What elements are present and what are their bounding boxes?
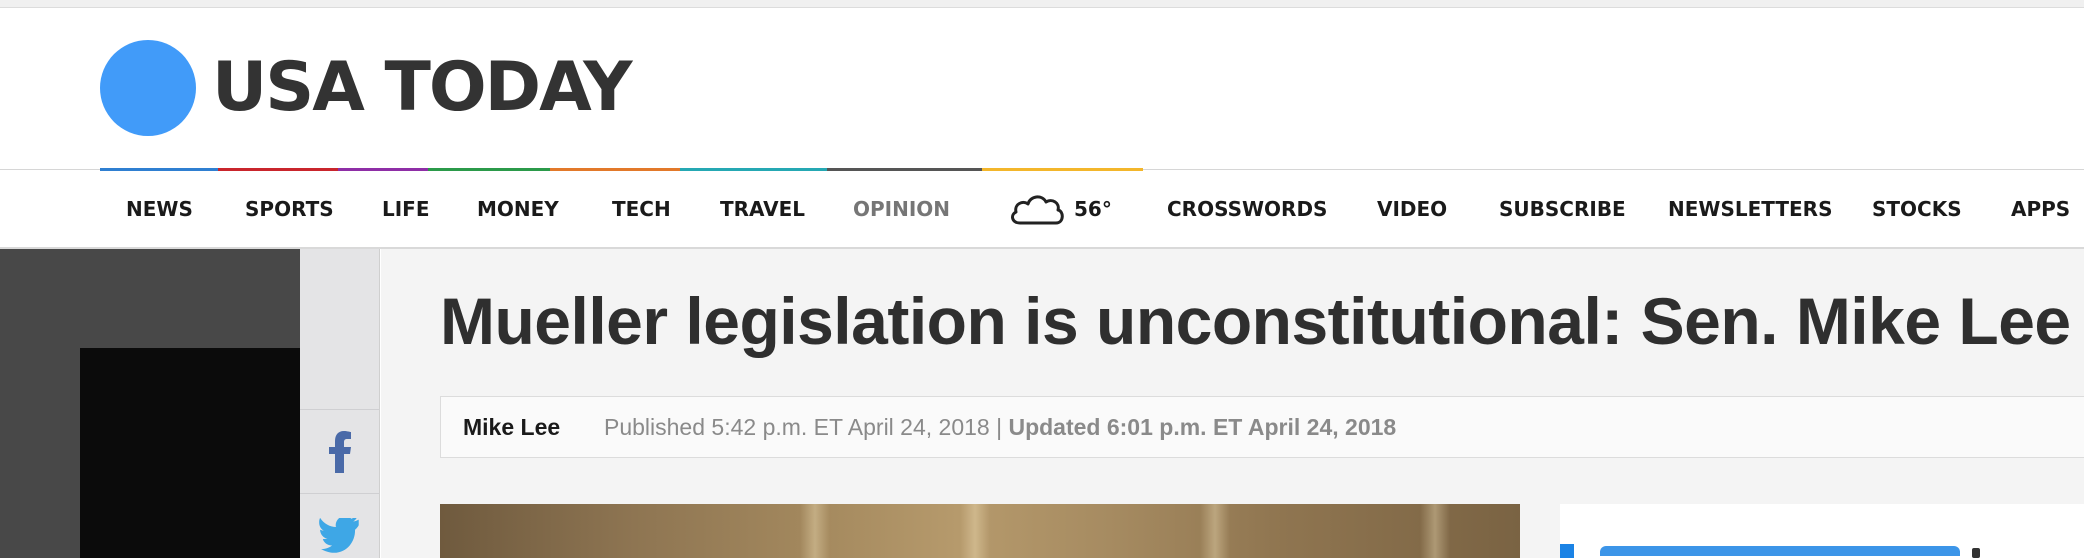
main-navigation: NEWS SPORTS LIFE MONEY TECH TRAVEL OPINI… xyxy=(0,168,2084,249)
photo-curtain-highlight xyxy=(1420,504,1450,558)
photo-curtain-highlight xyxy=(1200,504,1230,558)
nav-newsletters[interactable]: NEWSLETTERS xyxy=(1668,170,1832,248)
article-lead-photo[interactable] xyxy=(440,504,1520,558)
cloud-icon xyxy=(1011,195,1064,225)
article-byline: Mike Lee Published 5:42 p.m. ET April 24… xyxy=(440,396,2084,458)
nav-crosswords[interactable]: CROSSWORDS xyxy=(1167,170,1327,248)
updated-time: Updated 6:01 p.m. ET April 24, 2018 xyxy=(1008,414,1397,440)
nav-opinion[interactable]: OPINION xyxy=(853,170,950,248)
nav-apps[interactable]: APPS xyxy=(2011,170,2070,248)
twitter-share-button[interactable] xyxy=(300,493,380,558)
share-column xyxy=(300,249,380,558)
related-link-text-clipped xyxy=(1600,546,1960,558)
nav-life[interactable]: LIFE xyxy=(382,170,430,248)
site-logo-text[interactable]: USA TODAY xyxy=(212,46,632,130)
nav-sports[interactable]: SPORTS xyxy=(245,170,334,248)
weather-temperature: 56° xyxy=(1074,197,1112,221)
photo-curtain-highlight xyxy=(800,504,830,558)
related-stories-accent xyxy=(1560,544,1574,558)
masthead: USA TODAY xyxy=(0,8,2084,169)
author-name[interactable]: Mike Lee xyxy=(463,397,560,457)
twitter-icon xyxy=(319,517,359,553)
article-headline: Mueller legislation is unconstitutional:… xyxy=(440,284,2071,358)
related-story-link[interactable] xyxy=(1600,546,1980,558)
photo-curtain-highlight xyxy=(960,504,990,558)
usa-today-logo-circle[interactable] xyxy=(100,40,196,136)
nav-stocks[interactable]: STOCKS xyxy=(1872,170,1962,248)
browser-top-strip xyxy=(0,0,2084,8)
related-link-text-tail xyxy=(1972,548,1980,558)
facebook-icon xyxy=(329,430,351,473)
facebook-share-button[interactable] xyxy=(300,409,380,493)
nav-news[interactable]: NEWS xyxy=(126,170,193,248)
nav-video[interactable]: VIDEO xyxy=(1377,170,1447,248)
published-time: Published 5:42 p.m. ET April 24, 2018 | xyxy=(604,414,1009,440)
nav-subscribe[interactable]: SUBSCRIBE xyxy=(1499,170,1626,248)
nav-money[interactable]: MONEY xyxy=(477,170,559,248)
nav-tech[interactable]: TECH xyxy=(612,170,671,248)
publish-timestamps: Published 5:42 p.m. ET April 24, 2018 | … xyxy=(604,397,1396,457)
nav-weather[interactable]: 56° xyxy=(1008,170,1112,248)
left-rail-video-panel xyxy=(80,348,300,558)
nav-travel[interactable]: TRAVEL xyxy=(720,170,805,248)
